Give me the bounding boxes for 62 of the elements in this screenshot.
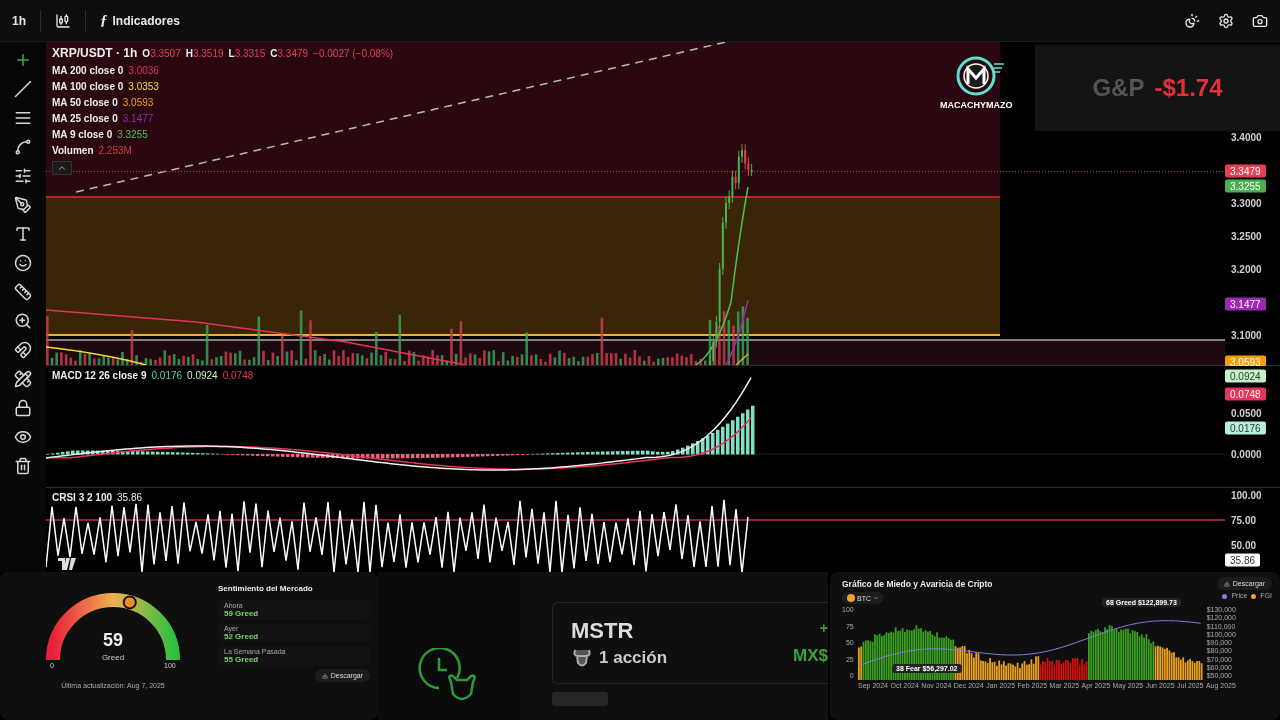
value-tag: 0.0924 (1225, 369, 1266, 383)
ohlc-key: H (185, 48, 193, 59)
indicator-value: 3.1477 (122, 113, 154, 124)
sentiment-reading: 55 Greed (224, 655, 260, 664)
ohlc-value: 3.3507 (150, 48, 181, 59)
indicator-value: 0.0176 (151, 370, 183, 381)
price-tick: 100.00 (1231, 489, 1262, 501)
price-tick: 3.2500 (1231, 230, 1262, 242)
price-tick: 3.1000 (1231, 329, 1262, 341)
ohlc-key: C (270, 48, 278, 59)
price-change: −0.0027 (−0.08%) (313, 48, 394, 59)
indicator-name: MA 100 close 0 (52, 81, 124, 92)
gauge-value: 59 (103, 630, 123, 651)
indicator-value: 0.0924 (187, 370, 218, 381)
indicator-name: MA 200 close 0 (52, 65, 124, 76)
price-tag: 3.3479 (1225, 164, 1266, 178)
indicator-value: 35.86 (117, 492, 143, 503)
indicator-name: Volumen (52, 145, 94, 156)
pnl-value: -$1.74 (1154, 74, 1223, 102)
function-icon: ƒ (100, 12, 108, 29)
value-tag: 0.0176 (1225, 421, 1266, 435)
sentiment-title: Sentimiento del Mercado (218, 584, 314, 593)
ohlc-key: O (142, 48, 151, 59)
shares-text: 1 acción (599, 648, 668, 668)
price-tick: 3.4000 (1231, 131, 1262, 143)
price-tick: 75.00 (1231, 514, 1257, 526)
indicator-name: MA 9 close 0 (52, 129, 113, 140)
ohlc-value: 3.3519 (192, 48, 224, 59)
indicators-button[interactable]: ƒ Indicadores (96, 8, 184, 33)
stock-price: MX$ (793, 646, 828, 666)
stock-change: + (819, 620, 828, 636)
indicator-value: 3.0036 (128, 65, 159, 76)
value-tag: 0.0748 (1225, 387, 1266, 401)
price-tick: 50.00 (1231, 539, 1257, 551)
sentiment-reading: 52 Greed (224, 632, 260, 641)
ohlc-key: L (228, 48, 235, 59)
indicator-name: MACD 12 26 close 9 (52, 370, 147, 381)
indicator-name: CRSI 3 2 100 (52, 492, 113, 503)
indicator-value: 0.0748 (222, 370, 254, 381)
price-tag: 3.1477 (1225, 297, 1266, 310)
indicator-value: 3.0593 (122, 97, 154, 108)
pnl-label: G&P (1092, 74, 1145, 102)
indicator-name: MA 50 close 0 (52, 97, 118, 108)
indicator-value: 3.0353 (128, 81, 159, 92)
price-tick: 0.0500 (1231, 407, 1262, 419)
indicator-value: 2.253M (98, 145, 132, 156)
value-tag: 35.86 (1225, 553, 1261, 567)
symbol-title: XRP/USDT · 1h (52, 46, 138, 60)
price-tick: 3.3000 (1231, 197, 1262, 209)
logo-text: MACACHYMAZO (940, 100, 1013, 110)
interval-button[interactable]: 1h (8, 9, 30, 32)
price-tick: 0.0000 (1231, 448, 1262, 460)
price-tick: 3.2000 (1231, 263, 1262, 275)
sentiment-reading: 59 Greed (224, 609, 260, 618)
indicator-value: 3.3255 (117, 129, 148, 140)
chart-title: Gráfico de Miedo y Avaricia de Cripto (842, 578, 993, 589)
indicator-name: MA 25 close 0 (52, 113, 118, 124)
stock-ticker: MSTR (571, 618, 635, 644)
price-tag: 3.3255 (1225, 179, 1266, 193)
gauge-label: Greed (101, 653, 125, 662)
ohlc-value: 3.3315 (234, 48, 266, 59)
ohlc-value: 3.3479 (277, 48, 309, 59)
